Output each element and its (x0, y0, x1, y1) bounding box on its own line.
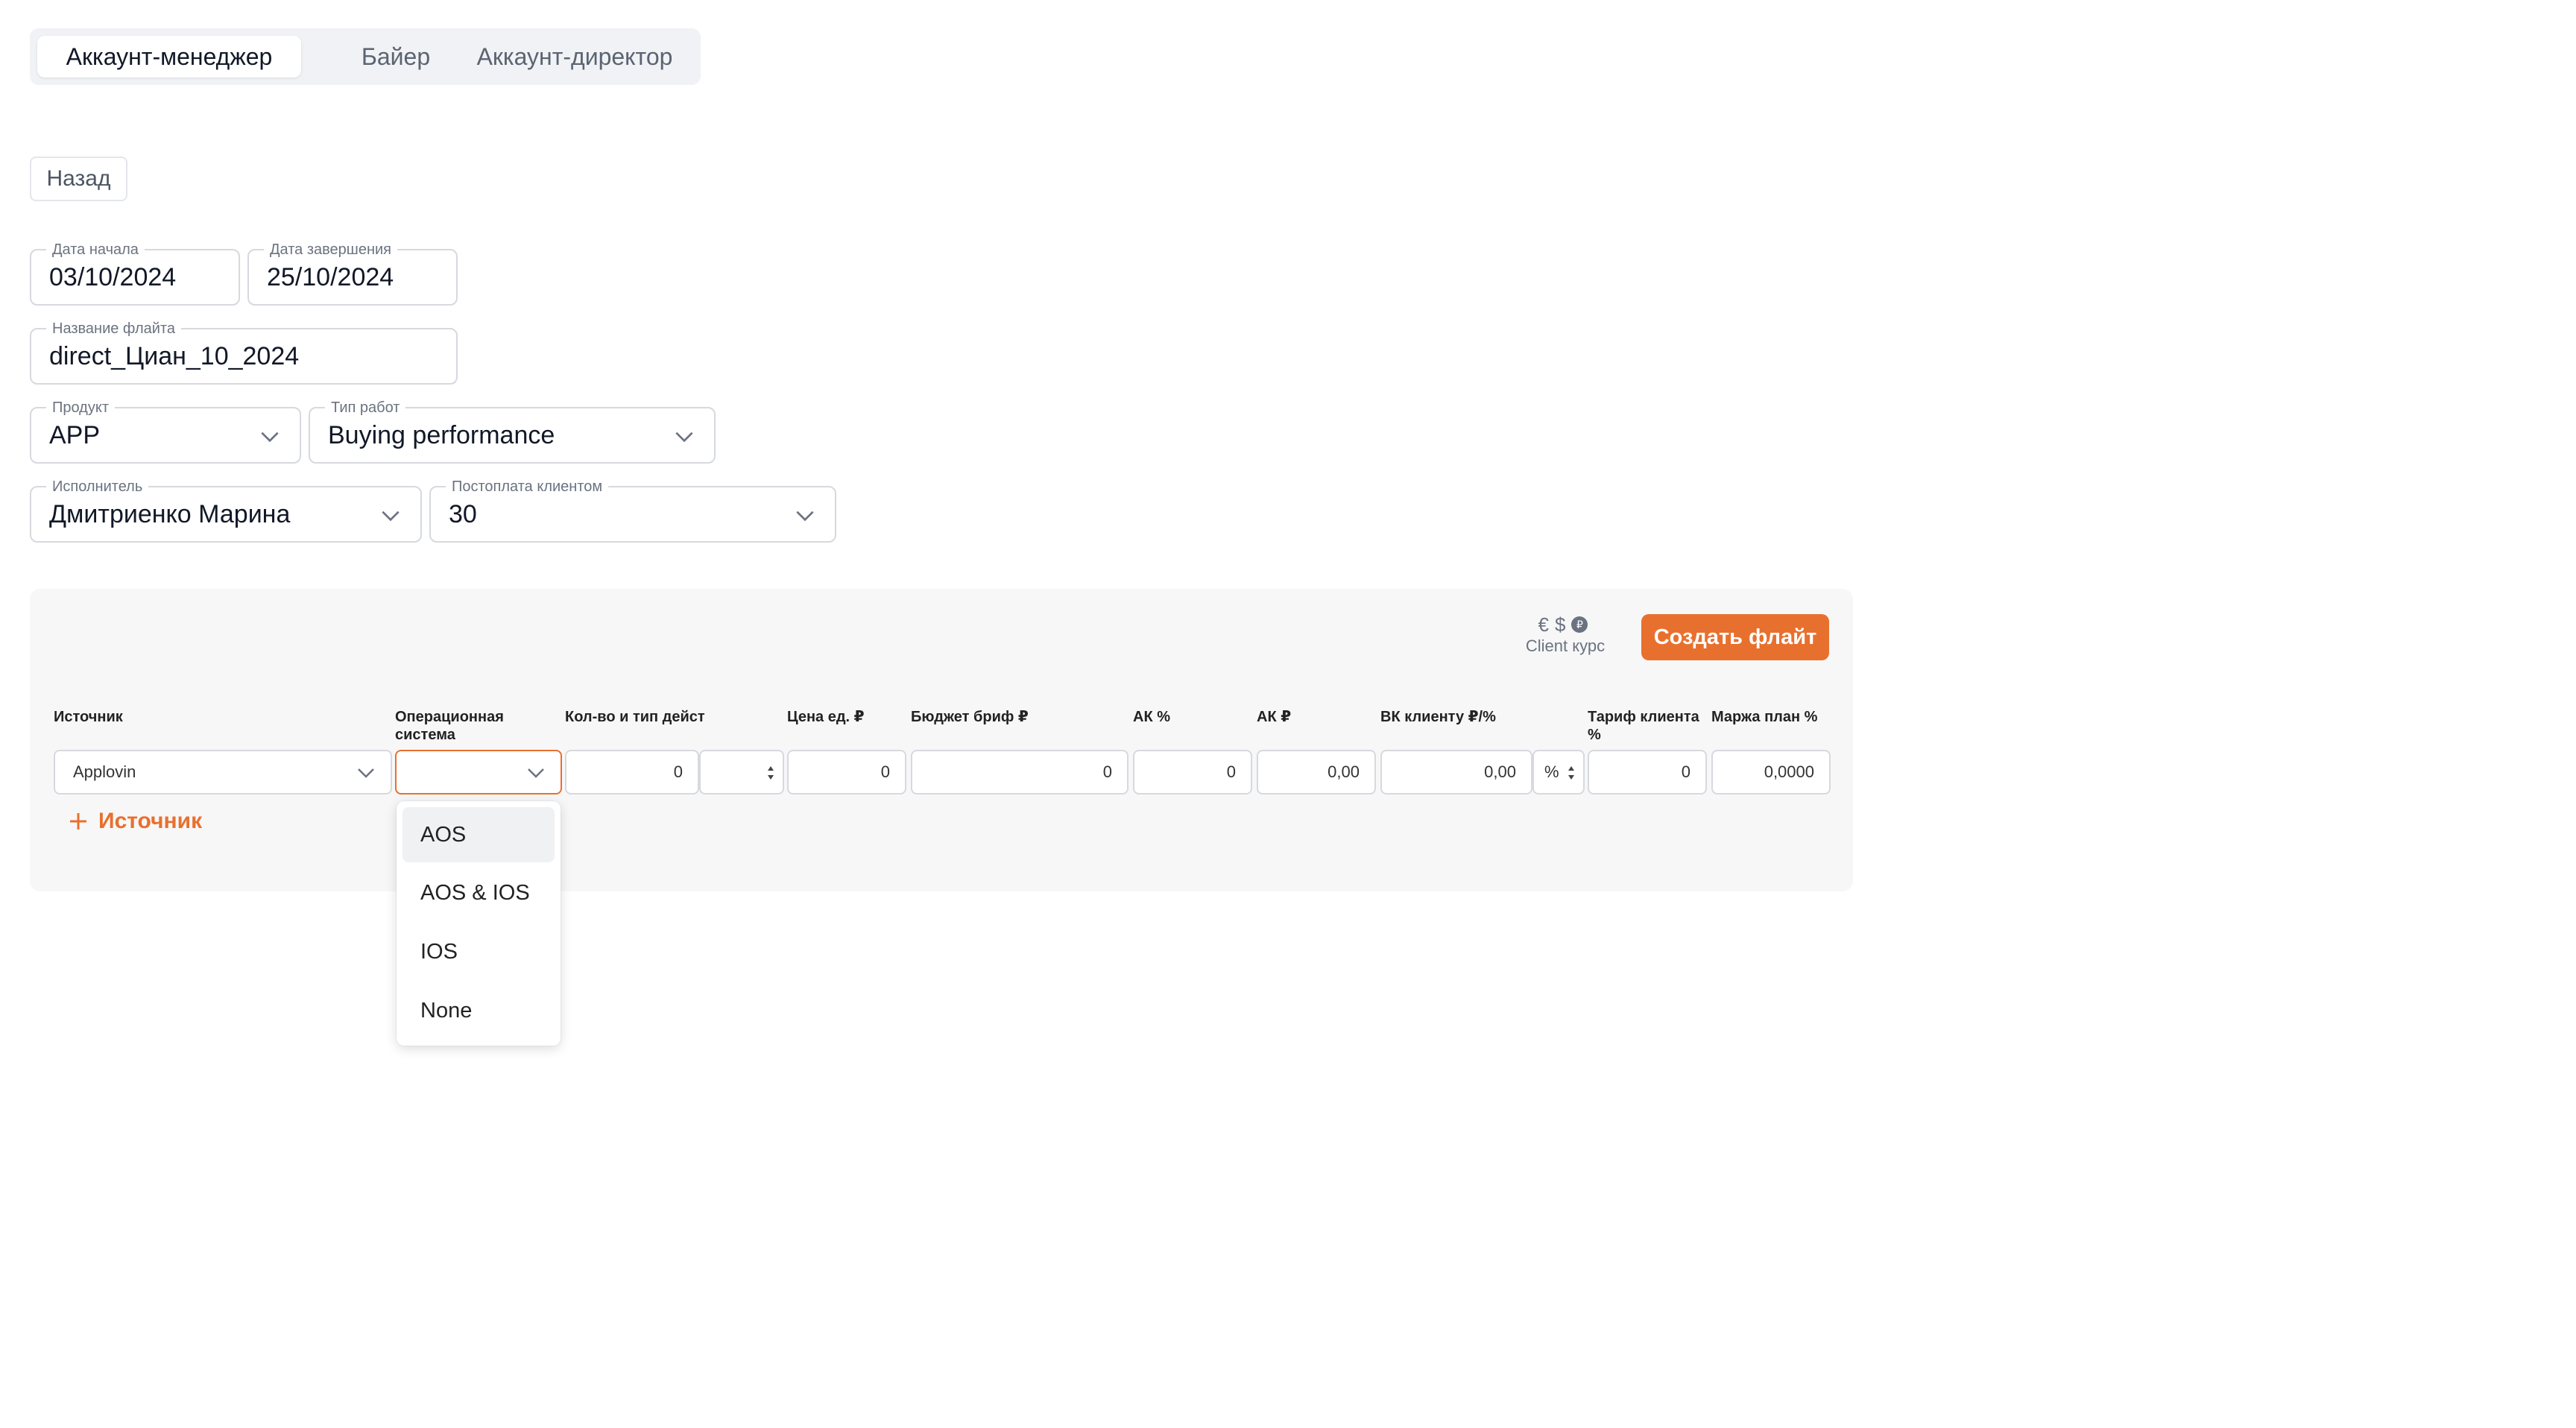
os-option-ios[interactable]: IOS (402, 924, 555, 979)
end-date-value: 25/10/2024 (267, 262, 394, 291)
qty-type-select[interactable] (699, 750, 784, 794)
vk-input[interactable]: 0,00 (1380, 750, 1532, 794)
back-button[interactable]: Назад (30, 157, 127, 201)
create-flight-button[interactable]: Создать флайт (1641, 614, 1829, 660)
product-select[interactable]: Продукт APP (30, 399, 301, 464)
tariff-input[interactable]: 0 (1588, 750, 1707, 794)
end-date-field[interactable]: Дата завершения 25/10/2024 (247, 241, 458, 306)
col-header-vk: ВК клиенту ₽/% (1380, 709, 1496, 725)
chevron-down-icon (261, 432, 279, 443)
chevron-down-icon (358, 768, 374, 778)
chevron-down-icon (528, 768, 544, 778)
source-select[interactable]: Applovin (54, 750, 392, 794)
source-value: Applovin (73, 762, 136, 781)
work-type-value: Buying performance (328, 420, 555, 449)
work-type-select[interactable]: Тип работ Buying performance (309, 399, 716, 464)
executor-select[interactable]: Исполнитель Дмитриенко Марина (30, 478, 422, 543)
vk-unit-select[interactable]: % (1532, 750, 1585, 794)
euro-icon[interactable]: € (1538, 613, 1549, 636)
product-value: APP (49, 420, 101, 449)
os-option-aos-ios[interactable]: AOS & IOS (402, 865, 555, 920)
client-rate-label: Client курс (1525, 636, 1606, 655)
executor-value: Дмитриенко Марина (49, 499, 291, 528)
col-header-price: Цена ед. ₽ (787, 709, 865, 725)
ak-rub-input[interactable]: 0,00 (1257, 750, 1376, 794)
os-dropdown-menu: AOS AOS & IOS IOS None (397, 801, 561, 1046)
postpayment-value: 30 (449, 499, 477, 528)
postpayment-select[interactable]: Постоплата клиентом 30 (429, 478, 836, 543)
up-down-arrows-icon (768, 766, 774, 780)
chevron-down-icon (382, 511, 400, 522)
tab-buyer[interactable]: Байер (340, 36, 452, 78)
dollar-icon[interactable]: $ (1555, 613, 1565, 636)
tab-account-manager[interactable]: Аккаунт-менеджер (37, 36, 301, 78)
role-tabs: Аккаунт-менеджер Байер Аккаунт-директор (30, 28, 701, 85)
vk-unit-value: % (1544, 762, 1559, 781)
qty-input[interactable]: 0 (565, 750, 699, 794)
add-source-button[interactable]: Источник (69, 805, 202, 838)
flight-name-value: direct_Циан_10_2024 (49, 341, 300, 370)
col-header-ak-rub: АК ₽ (1257, 709, 1292, 725)
os-option-aos[interactable]: AOS (402, 807, 555, 862)
price-input[interactable]: 0 (787, 750, 906, 794)
budget-input[interactable]: 0 (911, 750, 1128, 794)
flight-name-field[interactable]: Название флайта direct_Циан_10_2024 (30, 320, 458, 385)
start-date-field[interactable]: Дата начала 03/10/2024 (30, 241, 240, 306)
margin-input[interactable]: 0,0000 (1711, 750, 1831, 794)
currency-switch: € $ ₽ (1522, 613, 1604, 636)
chevron-down-icon (796, 511, 814, 522)
col-header-source: Источник (54, 709, 123, 725)
plus-icon (70, 813, 86, 830)
col-header-qty: Кол-во и тип дейст (565, 709, 705, 725)
up-down-arrows-icon (1568, 766, 1574, 780)
ak-pct-input[interactable]: 0 (1133, 750, 1252, 794)
col-header-budget: Бюджет бриф ₽ (911, 709, 1029, 725)
col-header-tariff: Тариф клиента % (1588, 709, 1699, 743)
ruble-icon[interactable]: ₽ (1571, 616, 1588, 633)
col-header-ak-pct: АК % (1133, 709, 1170, 725)
add-source-label: Источник (98, 809, 203, 833)
os-option-none[interactable]: None (402, 983, 555, 1038)
chevron-down-icon (675, 432, 693, 443)
tab-account-director[interactable]: Аккаунт-директор (452, 36, 698, 78)
os-select[interactable] (395, 750, 562, 794)
col-header-margin: Маржа план % (1711, 709, 1818, 725)
col-header-os: Операционная система (395, 709, 504, 743)
start-date-value: 03/10/2024 (49, 262, 177, 291)
